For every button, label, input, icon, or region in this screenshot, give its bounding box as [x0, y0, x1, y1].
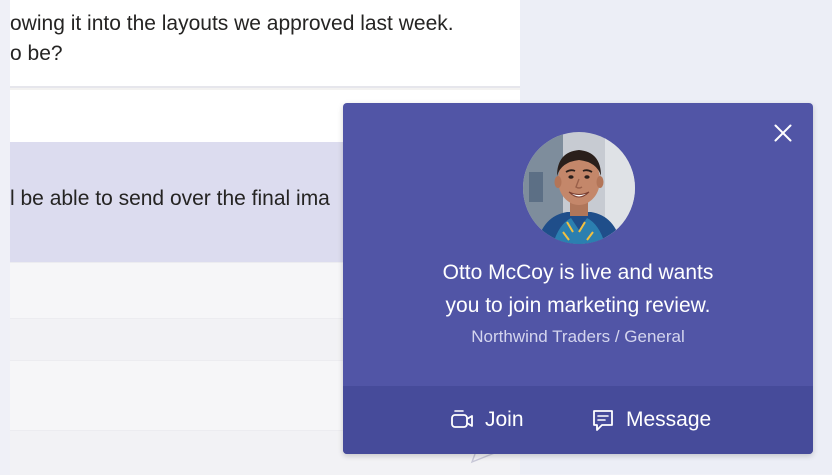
video-camera-icon	[449, 407, 475, 433]
close-icon	[774, 124, 792, 142]
notification-action-bar: Join Message	[343, 386, 813, 454]
message-button[interactable]: Message	[590, 386, 711, 454]
notification-title: Otto McCoy is live and wants	[442, 261, 714, 284]
join-label: Join	[485, 408, 524, 431]
message-label: Message	[626, 408, 712, 431]
close-button[interactable]	[769, 119, 797, 147]
live-meeting-notification: Otto McCoy is live and wants you to join…	[343, 103, 813, 454]
notification-title: you to join marketing review.	[445, 294, 711, 317]
chat-message-text: owing it into the layouts we approved la…	[10, 12, 454, 35]
notification-channel: Northwind Traders / General	[471, 327, 685, 346]
join-button[interactable]: Join	[449, 386, 524, 454]
chat-bubble-icon	[590, 407, 616, 433]
avatar	[523, 132, 635, 244]
chat-message-card: owing it into the layouts we approved la…	[10, 0, 520, 88]
chat-message-text: l be able to send over the final ima	[10, 187, 330, 210]
chat-message-text: o be?	[10, 42, 63, 65]
